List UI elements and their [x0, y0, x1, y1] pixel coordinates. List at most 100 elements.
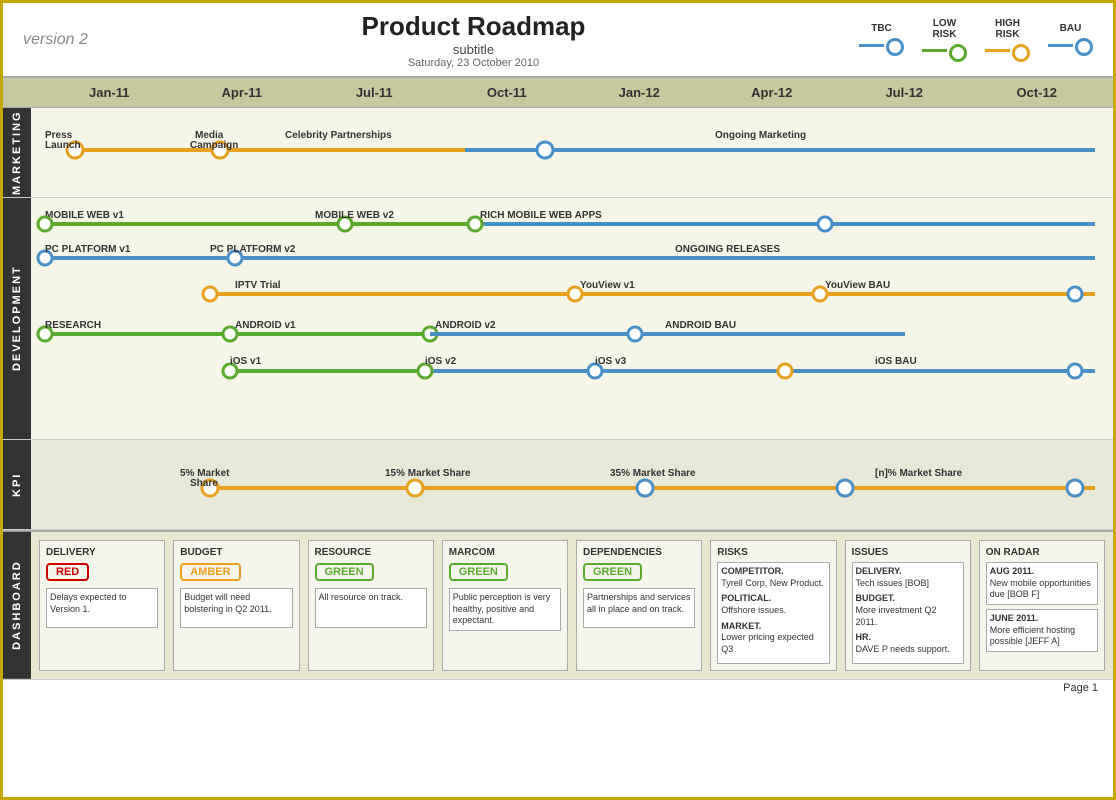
delivery-note: Delays expected to Version 1.	[46, 588, 158, 628]
resource-note: All resource on track.	[315, 588, 427, 628]
kpi-label: KPI	[3, 440, 31, 529]
subtitle: subtitle	[362, 42, 586, 57]
on-radar-card: ON RADAR AUG 2011. New mobile opportunit…	[979, 540, 1105, 671]
development-label: DEVELOPMENT	[3, 198, 31, 439]
on-radar-note-0: AUG 2011. New mobile opportunities due […	[986, 562, 1098, 605]
svg-text:RICH MOBILE WEB APPS: RICH MOBILE WEB APPS	[480, 210, 602, 221]
development-svg: MOBILE WEB v1 MOBILE WEB v2 RICH MOBILE …	[35, 206, 1109, 426]
risk-item-0: COMPETITOR. Tyrell Corp, New Product.	[721, 566, 825, 589]
risk-text-1: Offshore issues.	[721, 605, 825, 617]
svg-text:MOBILE WEB v2: MOBILE WEB v2	[315, 210, 394, 221]
svg-text:IPTV Trial: IPTV Trial	[235, 280, 281, 291]
svg-text:iOS v1: iOS v1	[230, 356, 262, 367]
dependencies-badge: GREEN	[583, 563, 642, 581]
kpi-svg: 5% Market Share 15% Market Share 35% Mar…	[35, 448, 1109, 516]
kpi-section: KPI 5% Market Share 15% Market Share 35%…	[3, 440, 1113, 530]
resource-badge: GREEN	[315, 563, 374, 581]
resource-text: All resource on track.	[319, 592, 404, 602]
svg-text:Campaign: Campaign	[190, 140, 238, 151]
on-radar-title: ON RADAR	[986, 547, 1098, 558]
svg-text:iOS BAU: iOS BAU	[875, 356, 917, 367]
svg-text:RESEARCH: RESEARCH	[45, 320, 101, 331]
svg-text:iOS v3: iOS v3	[595, 356, 627, 367]
month-apr12: Apr-12	[706, 85, 839, 100]
issue-title-0: DELIVERY.	[856, 566, 960, 578]
risk-item-1: POLITICAL. Offshore issues.	[721, 593, 825, 616]
svg-text:Launch: Launch	[45, 140, 81, 151]
legend-tbc: TBC	[859, 23, 904, 56]
legend-high-risk-label: HIGHRISK	[995, 18, 1020, 40]
budget-text: Budget will need bolstering in Q2 2011.	[184, 592, 271, 614]
marcom-title: MARCOM	[449, 547, 561, 558]
date-label: Saturday, 23 October 2010	[362, 57, 586, 69]
svg-text:YouView v1: YouView v1	[580, 280, 635, 291]
header: version 2 Product Roadmap subtitle Satur…	[3, 3, 1113, 78]
issue-item-0: DELIVERY. Tech issues [BOB]	[856, 566, 960, 589]
radar-title-0: AUG 2011.	[990, 566, 1094, 578]
legend-tbc-label: TBC	[871, 23, 892, 34]
issue-item-2: HR. DAVE P needs support.	[856, 632, 960, 655]
legend: TBC LOWRISK HIGHRISK BAU	[859, 18, 1093, 62]
risk-item-2: MARKET. Lower pricing expected Q3	[721, 621, 825, 656]
legend-bau: BAU	[1048, 23, 1093, 56]
risk-title-2: MARKET.	[721, 621, 825, 633]
dashboard-section: DASHBOARD DELIVERY RED Delays expected t…	[3, 530, 1113, 679]
issue-text-0: Tech issues [BOB]	[856, 578, 960, 590]
risk-text-0: Tyrell Corp, New Product.	[721, 578, 825, 590]
svg-text:ANDROID v1: ANDROID v1	[235, 320, 296, 331]
svg-text:35% Market Share: 35% Market Share	[610, 468, 696, 479]
resource-card: RESOURCE GREEN All resource on track.	[308, 540, 434, 671]
risk-text-2: Lower pricing expected Q3	[721, 632, 825, 655]
version-label: version 2	[23, 31, 88, 49]
svg-text:[n]% Market Share: [n]% Market Share	[875, 468, 963, 479]
svg-text:YouView BAU: YouView BAU	[825, 280, 890, 291]
dependencies-title: DEPENDENCIES	[583, 547, 695, 558]
timeline-months: Jan-11 Apr-11 Jul-11 Oct-11 Jan-12 Apr-1…	[13, 85, 1103, 100]
legend-low-risk: LOWRISK	[922, 18, 967, 62]
marketing-label: MARKETING	[3, 108, 31, 197]
svg-text:Share: Share	[190, 478, 218, 489]
budget-badge: AMBER	[180, 563, 240, 581]
page-footer: Page 1	[3, 679, 1113, 696]
svg-text:Celebrity Partnerships: Celebrity Partnerships	[285, 130, 392, 141]
risks-title: RISKS	[717, 547, 829, 558]
main-title: Product Roadmap	[362, 11, 586, 42]
svg-text:ONGOING RELEASES: ONGOING RELEASES	[675, 244, 780, 255]
issues-card: ISSUES DELIVERY. Tech issues [BOB] BUDGE…	[845, 540, 971, 671]
page-number: Page 1	[1063, 682, 1098, 694]
timeline-bar: Jan-11 Apr-11 Jul-11 Oct-11 Jan-12 Apr-1…	[3, 78, 1113, 108]
issue-item-1: BUDGET. More investment Q2 2011.	[856, 593, 960, 628]
main-content: MARKETING Press Launch Media Campaign	[3, 108, 1113, 530]
radar-text-0: New mobile opportunities due [BOB F]	[990, 578, 1094, 601]
svg-text:PC PLATFORM v1: PC PLATFORM v1	[45, 244, 131, 255]
delivery-card: DELIVERY RED Delays expected to Version …	[39, 540, 165, 671]
month-apr11: Apr-11	[176, 85, 309, 100]
resource-title: RESOURCE	[315, 547, 427, 558]
marketing-section: MARKETING Press Launch Media Campaign	[3, 108, 1113, 198]
budget-note: Budget will need bolstering in Q2 2011.	[180, 588, 292, 628]
month-oct11: Oct-11	[441, 85, 574, 100]
month-jan11: Jan-11	[43, 85, 176, 100]
month-jan12: Jan-12	[573, 85, 706, 100]
risk-title-1: POLITICAL.	[721, 593, 825, 605]
delivery-badge: RED	[46, 563, 89, 581]
risk-title-0: COMPETITOR.	[721, 566, 825, 578]
issue-text-1: More investment Q2 2011.	[856, 605, 960, 628]
delivery-text: Delays expected to Version 1.	[50, 592, 127, 614]
dependencies-text: Partnerships and services all in place a…	[587, 592, 691, 614]
legend-low-risk-label: LOWRISK	[933, 18, 957, 40]
budget-card: BUDGET AMBER Budget will need bolstering…	[173, 540, 299, 671]
radar-text-1: More efficient hosting possible [JEFF A]	[990, 625, 1094, 648]
issue-text-2: DAVE P needs support.	[856, 644, 960, 656]
delivery-title: DELIVERY	[46, 547, 158, 558]
month-jul12: Jul-12	[838, 85, 971, 100]
issues-title: ISSUES	[852, 547, 964, 558]
month-oct12: Oct-12	[971, 85, 1104, 100]
dashboard-content: DELIVERY RED Delays expected to Version …	[31, 532, 1113, 679]
marcom-text: Public perception is very healthy, posit…	[453, 592, 551, 625]
budget-title: BUDGET	[180, 547, 292, 558]
risks-card: RISKS COMPETITOR. Tyrell Corp, New Produ…	[710, 540, 836, 671]
svg-text:15% Market Share: 15% Market Share	[385, 468, 471, 479]
legend-bau-label: BAU	[1060, 23, 1082, 34]
dependencies-card: DEPENDENCIES GREEN Partnerships and serv…	[576, 540, 702, 671]
